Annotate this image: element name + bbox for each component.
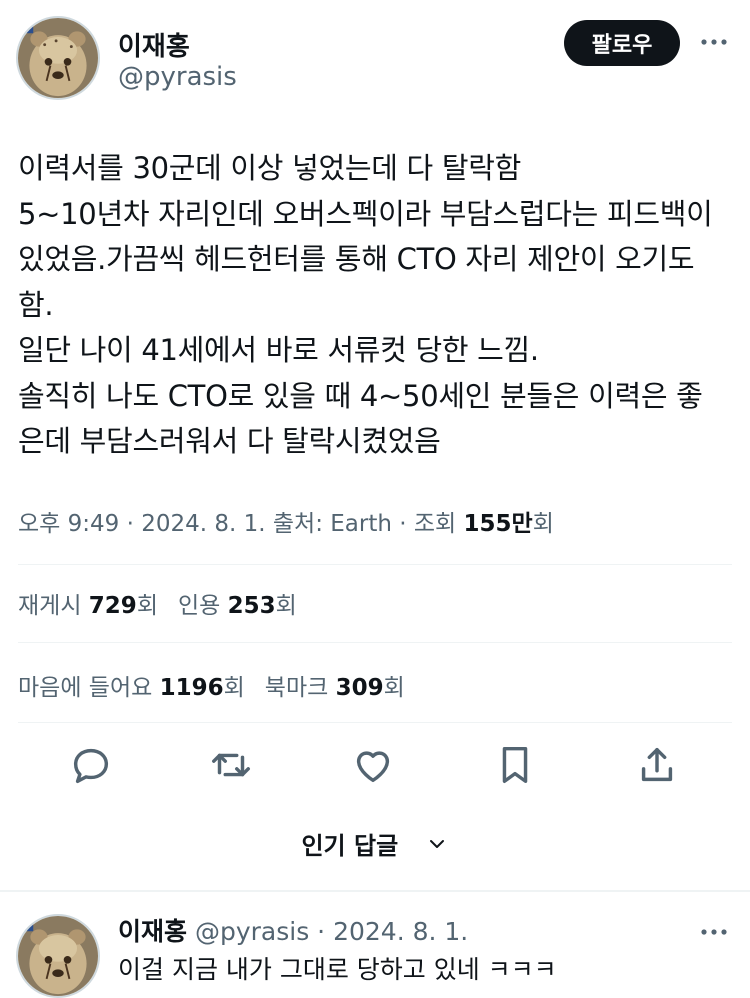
bookmark-icon[interactable] [492,742,538,788]
retweets-stat[interactable]: 재게시 729회 [18,593,158,619]
reply-meta[interactable]: @pyrasis · 2024. 8. 1. [195,917,468,946]
follow-button[interactable]: 팔로우 [564,20,680,66]
reply-header: 이재홍 @pyrasis · 2024. 8. 1. [118,912,468,948]
chevron-down-icon [425,832,449,862]
tweet-line: 일단 나이 41세에서 바로 서류컷 당한 느낌. [18,333,539,367]
retweet-icon[interactable] [208,742,254,788]
quotes-suffix: 회 [275,593,297,619]
author-name[interactable]: 이재홍 [118,26,190,63]
share-icon[interactable] [634,742,680,788]
divider [18,564,732,565]
tweet-line: 은데 부담스러워서 다 탈락시켰었음 [18,424,441,458]
reply-sort-selector[interactable]: 인기 답글 [0,826,750,862]
reply-icon[interactable] [68,742,114,788]
quotes-label: 인용 [177,593,221,619]
retweets-count: 729 [88,593,137,619]
bookmarks-count: 309 [335,675,384,701]
section-divider [0,890,750,892]
reply-text: 이걸 지금 내가 그대로 당하고 있네 ㅋㅋㅋ [118,955,557,984]
quotes-stat[interactable]: 인용 253회 [178,593,297,619]
tweet-line: 5~10년차 자리인데 오버스펙이라 부담스럽다는 피드백이 [18,196,713,231]
likes-label: 마음에 들어요 [18,675,153,701]
avatar[interactable] [16,16,100,100]
likes-stat[interactable]: 마음에 들어요 1196회 [18,675,245,701]
tweet-text: 이력서를 30군데 이상 넣었는데 다 탈락함 5~10년차 자리인데 오버스펙… [18,146,730,465]
bookmarks-suffix: 회 [383,675,405,701]
bookmarks-stat[interactable]: 북마크 309회 [265,675,405,701]
reply-sort-label: 인기 답글 [301,832,399,860]
quotes-count: 253 [227,593,276,619]
likes-count: 1196 [159,675,224,701]
tweet-line: 있었음.가끔씩 헤드헌터를 통해 CTO 자리 제안이 오기도 [18,242,695,276]
action-bar [0,742,750,788]
like-icon[interactable] [350,742,396,788]
cheetah-avatar-image [18,18,98,98]
views-count[interactable]: 155만 [464,511,533,537]
tweet-line: 함. [18,287,54,322]
divider [18,642,732,643]
bookmarks-label: 북마크 [264,675,329,701]
more-options-icon[interactable] [696,30,732,54]
tweet-line: 솔직히 나도 CTO로 있을 때 4~50세인 분들은 이력은 좋 [18,378,703,413]
reply-author-name[interactable]: 이재홍 [118,917,187,946]
views-suffix: 회 [532,511,554,537]
cheetah-avatar-image [18,916,98,996]
tweet-line: 이력서를 30군데 이상 넣었는데 다 탈락함 [18,151,521,185]
author-handle[interactable]: @pyrasis [118,62,237,92]
likes-suffix: 회 [223,675,245,701]
repost-stats: 재게시 729회 인용 253회 [18,586,297,620]
like-stats: 마음에 들어요 1196회 북마크 309회 [18,668,405,702]
divider [18,722,732,723]
more-options-icon[interactable] [696,920,732,944]
tweet-meta-info[interactable]: 오후 9:49 · 2024. 8. 1. 출처: Earth · 조회 [18,511,464,537]
tweet-meta: 오후 9:49 · 2024. 8. 1. 출처: Earth · 조회 155… [18,504,554,538]
retweets-label: 재게시 [18,593,82,619]
retweets-suffix: 회 [136,593,158,619]
reply-avatar[interactable] [16,914,100,998]
